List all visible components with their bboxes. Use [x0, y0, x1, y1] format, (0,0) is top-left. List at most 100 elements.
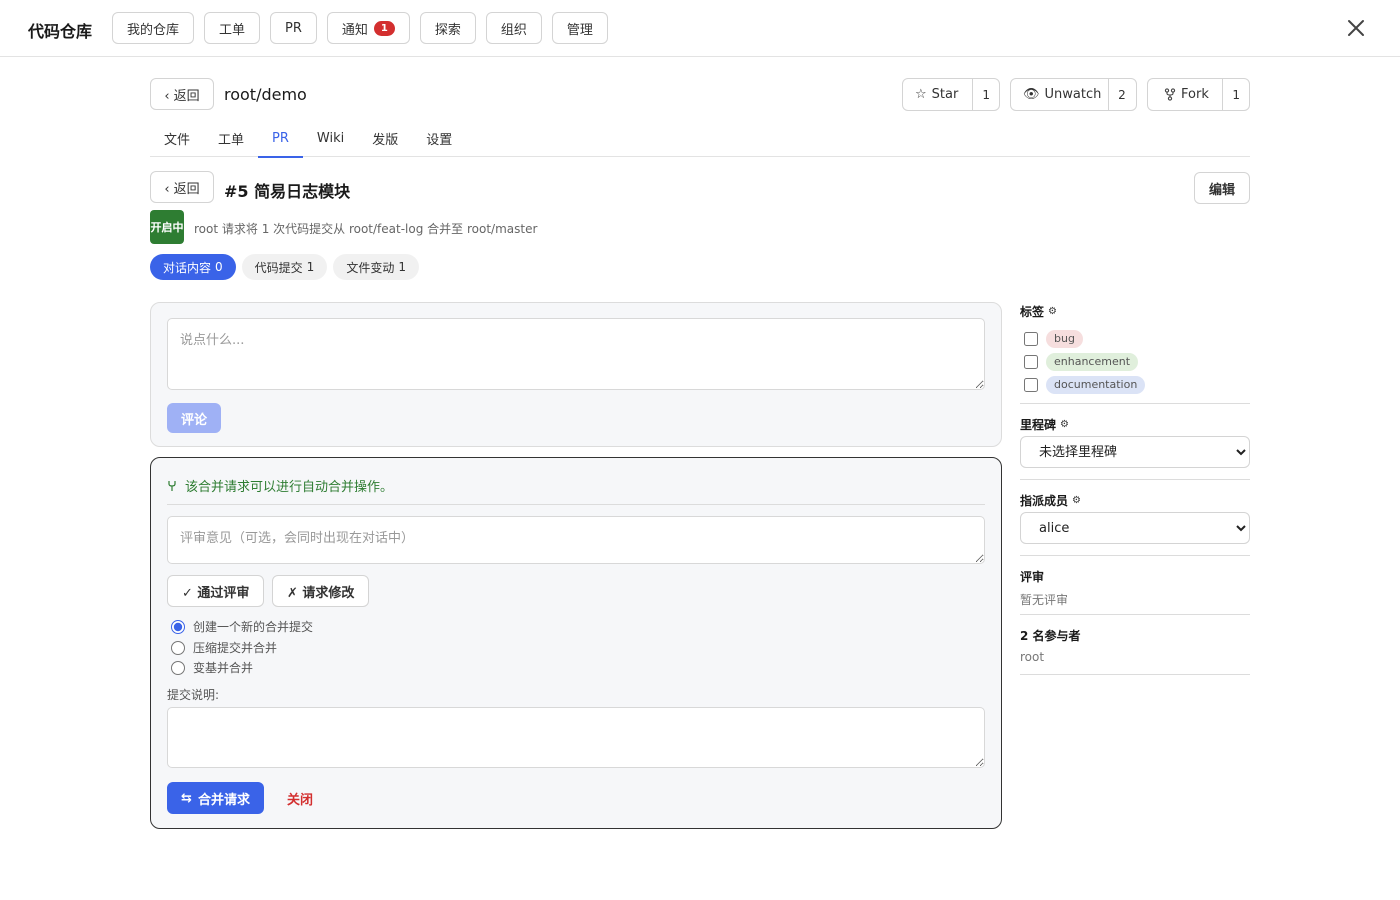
- tab-commits-count: 1: [306, 260, 315, 274]
- assignee-section: 指派成员 ⚙: [1020, 492, 1250, 509]
- participant-name[interactable]: root: [1020, 650, 1250, 664]
- merge-option-radio[interactable]: [171, 660, 185, 675]
- label-option-enhancement[interactable]: enhancement: [1020, 350, 1250, 373]
- milestone-title: 里程碑: [1020, 418, 1057, 432]
- star-label: Star: [931, 87, 959, 102]
- sidebar-divider: [1020, 555, 1250, 556]
- tab-pr[interactable]: PR: [258, 120, 303, 158]
- milestone-select[interactable]: 未选择里程碑: [1020, 436, 1250, 468]
- merge-status-text: 该合并请求可以进行自动合并操作。: [185, 480, 394, 495]
- merge-divider: [167, 504, 985, 505]
- labels-title: 标签: [1020, 305, 1045, 319]
- nav-issues[interactable]: 工单: [204, 12, 261, 44]
- repo-back-button[interactable]: ‹ 返回: [150, 78, 214, 110]
- merge-panel: 该合并请求可以进行自动合并操作。 ✓ 通过评审 ✗ 请求修改 创建一个新的合并提…: [150, 457, 1002, 829]
- labels-header[interactable]: 标签 ⚙: [1020, 303, 1250, 320]
- nav-pr[interactable]: PR: [270, 12, 317, 44]
- merge-option-rebase[interactable]: 变基并合并: [171, 659, 253, 676]
- label-bug: bug: [1046, 329, 1083, 348]
- sidebar-divider: [1020, 614, 1250, 615]
- label-option-bug[interactable]: bug: [1020, 327, 1250, 350]
- nav-organizations[interactable]: 组织: [485, 12, 542, 44]
- tab-issues[interactable]: 工单: [204, 120, 258, 157]
- merge-option-merge-commit[interactable]: 创建一个新的合并提交: [171, 618, 313, 635]
- fork-label: Fork: [1181, 87, 1209, 102]
- gear-icon[interactable]: ⚙: [1048, 306, 1057, 317]
- comment-panel: 评论: [150, 302, 1002, 447]
- edit-button[interactable]: 编辑: [1194, 172, 1250, 204]
- milestone-section: 里程碑 ⚙: [1020, 416, 1250, 433]
- watch-group: 👁 Unwatch 2: [1010, 78, 1137, 111]
- tab-files[interactable]: 文件: [150, 120, 204, 157]
- pr-state-badge: 开启中: [150, 210, 184, 244]
- repo-tabs: 文件 工单 PR Wiki 发版 设置: [150, 120, 1250, 158]
- gear-icon[interactable]: ⚙: [1060, 419, 1069, 430]
- app-brand[interactable]: 代码仓库: [28, 18, 92, 42]
- participants-title: 2 名参与者: [1020, 629, 1081, 643]
- nav-notifications[interactable]: 通知 1: [326, 12, 410, 44]
- pr-title: #5 简易日志模块: [224, 182, 351, 201]
- close-icon[interactable]: [1344, 16, 1368, 40]
- gear-icon[interactable]: ⚙: [1072, 495, 1081, 506]
- tab-settings[interactable]: 设置: [412, 120, 466, 157]
- pr-meta: root 请求将 1 次代码提交从 root/feat-log 合并至 root…: [194, 222, 538, 236]
- star-button[interactable]: ☆ Star: [903, 79, 974, 110]
- tab-commits[interactable]: 代码提交 1: [241, 254, 328, 280]
- nav-admin[interactable]: 管理: [551, 12, 608, 44]
- comment-submit-button[interactable]: 评论: [167, 403, 221, 433]
- star-group: ☆ Star 1: [902, 78, 1000, 111]
- review-status: 暂无评审: [1020, 593, 1069, 607]
- tab-files-changed-count: 1: [398, 260, 406, 274]
- label-checkbox[interactable]: [1024, 354, 1038, 369]
- label-option-documentation[interactable]: documentation: [1020, 373, 1250, 396]
- merge-option-radio[interactable]: [171, 640, 185, 655]
- fork-button[interactable]: Fork: [1148, 79, 1224, 110]
- tab-releases[interactable]: 发版: [358, 120, 412, 157]
- notification-count-badge: 1: [373, 20, 395, 36]
- assignee-title: 指派成员: [1020, 494, 1069, 508]
- tab-wiki[interactable]: Wiki: [303, 120, 358, 157]
- fork-count[interactable]: 1: [1223, 79, 1249, 110]
- nav-notifications-label: 通知: [341, 22, 368, 38]
- labels-section: 标签 ⚙ bug enhancement documentation: [1020, 303, 1250, 396]
- merge-option-squash[interactable]: 压缩提交并合并: [171, 639, 277, 656]
- unwatch-label: Unwatch: [1044, 87, 1102, 102]
- label-enhancement: enhancement: [1046, 352, 1139, 371]
- eye-icon: 👁: [1023, 87, 1040, 102]
- star-count[interactable]: 1: [973, 79, 999, 110]
- tab-conversation-label: 对话内容: [163, 260, 212, 275]
- labels-list: bug enhancement documentation: [1020, 327, 1250, 396]
- merge-option-radio[interactable]: [171, 619, 185, 634]
- tab-conversation[interactable]: 对话内容 0: [150, 254, 236, 280]
- close-pr-button[interactable]: 关闭: [275, 782, 325, 814]
- sidebar-divider: [1020, 403, 1250, 404]
- fork-group: Fork 1: [1147, 78, 1250, 111]
- watch-count[interactable]: 2: [1109, 79, 1135, 110]
- commit-message-label: 提交说明:: [167, 688, 220, 702]
- top-navbar: 代码仓库 我的仓库 工单 PR 通知 1 探索 组织 管理: [0, 0, 1400, 57]
- tab-files-changed[interactable]: 文件变动 1: [333, 254, 419, 280]
- request-changes-button[interactable]: ✗ 请求修改: [272, 575, 370, 607]
- commit-message-input[interactable]: [167, 707, 985, 768]
- merge-status: 该合并请求可以进行自动合并操作。: [167, 476, 393, 495]
- merge-option-label: 变基并合并: [193, 661, 254, 675]
- review-comment-input[interactable]: [167, 516, 985, 564]
- approve-review-button[interactable]: ✓ 通过评审: [167, 575, 265, 607]
- label-checkbox[interactable]: [1024, 377, 1038, 392]
- nav-my-repos[interactable]: 我的仓库: [112, 12, 195, 44]
- assignee-select[interactable]: alice: [1020, 512, 1250, 544]
- label-checkbox[interactable]: [1024, 331, 1038, 346]
- review-title: 评审: [1020, 570, 1045, 584]
- tab-commits-label: 代码提交: [254, 260, 303, 275]
- unwatch-button[interactable]: 👁 Unwatch: [1011, 79, 1109, 110]
- pr-back-button[interactable]: ‹ 返回: [150, 171, 214, 203]
- repo-title[interactable]: root/demo: [224, 85, 307, 104]
- nav-explore[interactable]: 探索: [419, 12, 476, 44]
- tab-conversation-count: 0: [215, 260, 223, 274]
- comment-input[interactable]: [167, 318, 985, 390]
- participants-section: 2 名参与者 root: [1020, 627, 1250, 664]
- star-icon: ☆: [915, 87, 927, 102]
- milestone-header[interactable]: 里程碑 ⚙: [1020, 416, 1250, 433]
- assignee-header[interactable]: 指派成员 ⚙: [1020, 492, 1250, 509]
- merge-button[interactable]: ⇆ 合并请求: [167, 782, 264, 814]
